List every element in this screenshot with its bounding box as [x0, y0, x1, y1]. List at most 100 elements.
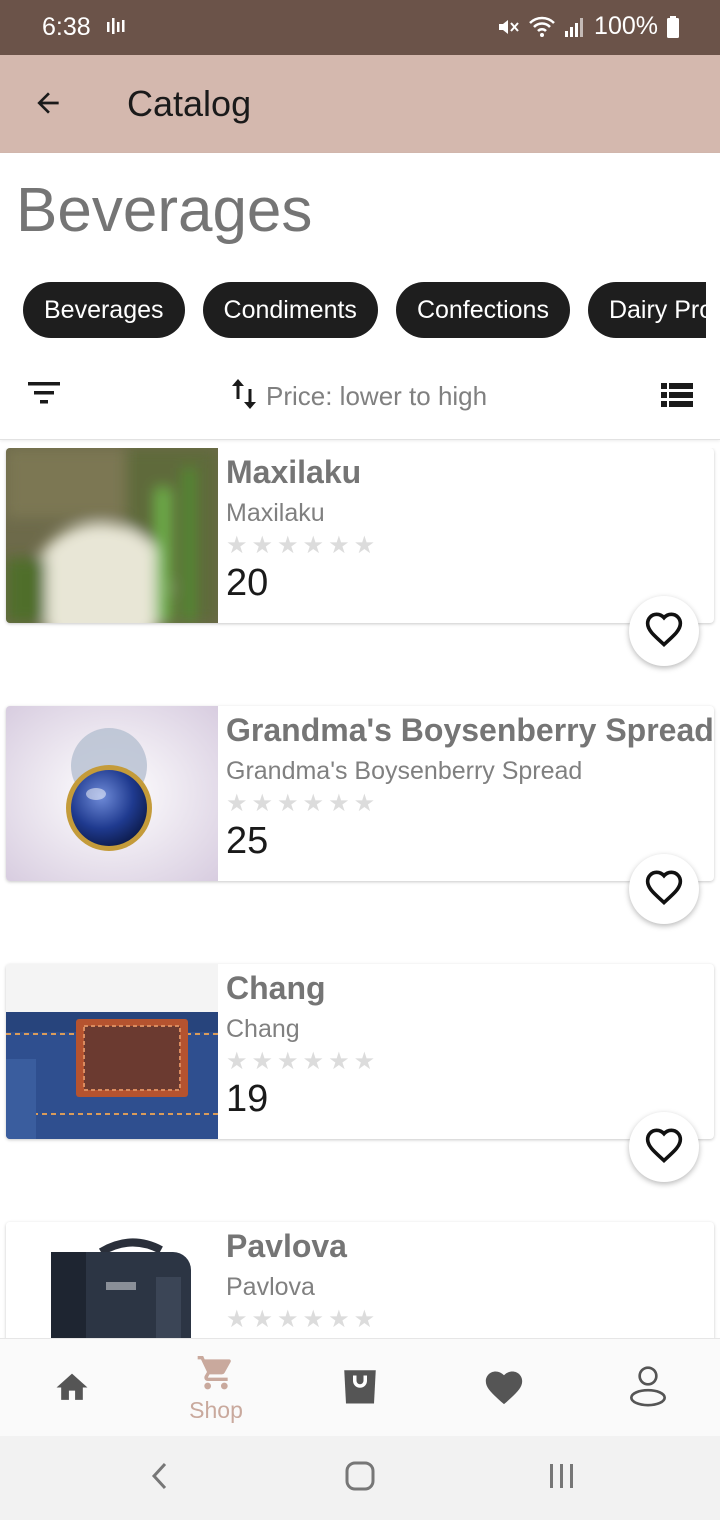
product-image — [6, 706, 218, 881]
star-icon: ★ — [328, 1306, 350, 1333]
chevron-left-icon — [150, 1461, 170, 1496]
battery-percent: 100% — [594, 12, 658, 40]
product-info: Grandma's Boysenberry Spread Grandma's B… — [226, 712, 714, 863]
bottom-navigation: Shop — [0, 1338, 720, 1436]
heart-filled-icon — [482, 1366, 526, 1411]
star-icon: ★ — [353, 532, 376, 559]
product-name: Chang — [226, 970, 326, 1006]
favorite-button[interactable] — [629, 854, 699, 924]
nav-profile[interactable] — [576, 1339, 720, 1437]
chip-confections[interactable]: Confections — [395, 282, 570, 338]
product-card[interactable]: Maxilaku Maxilaku ★ ★ ★ ★ ★ ★ 20 — [6, 448, 714, 623]
product-card[interactable]: Pavlova Pavlova ★ ★ ★ ★ ★ ★ — [6, 1222, 714, 1338]
swap-vert-icon — [230, 377, 258, 416]
star-icon: ★ — [328, 532, 350, 559]
star-icon: ★ — [302, 1306, 325, 1333]
product-image — [6, 1222, 218, 1338]
star-icon: ★ — [277, 1048, 299, 1075]
heart-outline-icon — [644, 611, 684, 652]
product-card[interactable]: Grandma's Boysenberry Spread Grandma's B… — [6, 706, 714, 881]
product-row: Chang Chang ★ ★ ★ ★ ★ ★ 19 — [0, 964, 720, 1222]
product-subtitle: Grandma's Boysenberry Spread — [226, 757, 583, 785]
filter-button[interactable] — [22, 373, 66, 417]
star-icon: ★ — [328, 790, 350, 817]
star-icon: ★ — [353, 1048, 376, 1075]
nav-shop[interactable]: Shop — [144, 1339, 288, 1437]
product-row: Grandma's Boysenberry Spread Grandma's B… — [0, 706, 720, 964]
rating-stars: ★ ★ ★ ★ ★ ★ — [226, 1048, 714, 1076]
star-icon: ★ — [277, 1306, 299, 1333]
product-subtitle: Maxilaku — [226, 499, 325, 527]
nav-shop-label: Shop — [189, 1397, 243, 1423]
heart-outline-icon — [644, 869, 684, 910]
home-icon — [53, 1369, 91, 1408]
product-price: 25 — [226, 820, 269, 862]
back-button[interactable] — [22, 79, 74, 131]
list-view-icon — [661, 382, 693, 413]
battery-icon — [666, 15, 680, 39]
product-image — [6, 448, 218, 623]
view-toggle-button[interactable] — [658, 378, 696, 416]
star-icon: ★ — [302, 1048, 325, 1075]
signal-activity-icon — [106, 16, 128, 43]
system-home-button[interactable] — [330, 1458, 390, 1498]
star-icon: ★ — [302, 790, 325, 817]
star-icon: ★ — [226, 1048, 248, 1075]
system-navigation-bar — [0, 1436, 720, 1520]
product-info: Chang Chang ★ ★ ★ ★ ★ ★ 19 — [226, 970, 714, 1121]
chip-condiments[interactable]: Condiments — [202, 282, 378, 338]
cart-icon — [196, 1352, 236, 1395]
rating-stars: ★ ★ ★ ★ ★ ★ — [226, 790, 714, 818]
catalog-header: Beverages Beverages Condiments Confections… — [0, 153, 720, 440]
star-icon: ★ — [353, 790, 376, 817]
product-card[interactable]: Chang Chang ★ ★ ★ ★ ★ ★ 19 — [6, 964, 714, 1139]
cell-signal-icon — [564, 15, 586, 39]
star-icon: ★ — [226, 1306, 248, 1333]
star-icon: ★ — [251, 1306, 274, 1333]
star-icon: ★ — [277, 790, 299, 817]
star-icon: ★ — [328, 1048, 350, 1075]
status-bar: 6:38 100% — [0, 0, 720, 55]
star-icon: ★ — [226, 790, 248, 817]
category-chips: Beverages Condiments Confections Dairy Prod… — [23, 282, 706, 338]
star-icon: ★ — [353, 1306, 376, 1333]
status-indicators: 100% — [496, 12, 680, 41]
product-list[interactable]: Maxilaku Maxilaku ★ ★ ★ ★ ★ ★ 20 Grandma… — [0, 448, 720, 1338]
filter-icon — [27, 380, 61, 411]
app-bar: Catalog — [0, 55, 720, 153]
wifi-icon — [528, 15, 556, 39]
product-row: Maxilaku Maxilaku ★ ★ ★ ★ ★ ★ 20 — [0, 448, 720, 706]
system-back-button[interactable] — [130, 1458, 190, 1498]
chip-dairy-products[interactable]: Dairy Products — [587, 282, 706, 338]
nav-favorites[interactable] — [432, 1339, 576, 1437]
favorite-button[interactable] — [629, 1112, 699, 1182]
rating-stars: ★ ★ ★ ★ ★ ★ — [226, 532, 714, 560]
arrow-left-icon — [32, 87, 64, 124]
home-square-icon — [344, 1460, 376, 1497]
heart-outline-icon — [644, 1127, 684, 1168]
mute-icon — [496, 15, 520, 39]
star-icon: ★ — [251, 790, 274, 817]
star-icon: ★ — [302, 532, 325, 559]
recents-icon — [547, 1462, 577, 1495]
product-name: Pavlova — [226, 1228, 347, 1264]
chip-beverages[interactable]: Beverages — [23, 282, 185, 338]
rating-stars: ★ ★ ★ ★ ★ ★ — [226, 1306, 714, 1334]
product-name: Grandma's Boysenberry Spread — [226, 712, 714, 748]
star-icon: ★ — [226, 532, 248, 559]
sort-selector[interactable]: Price: lower to high — [230, 377, 487, 416]
favorite-button[interactable] — [629, 596, 699, 666]
status-time: 6:38 — [42, 13, 91, 41]
product-image — [6, 964, 218, 1139]
product-row: Pavlova Pavlova ★ ★ ★ ★ ★ ★ — [0, 1222, 720, 1338]
system-recents-button[interactable] — [532, 1458, 592, 1498]
category-title: Beverages — [16, 176, 313, 245]
shopping-bag-icon — [338, 1365, 382, 1412]
nav-bag[interactable] — [288, 1339, 432, 1437]
star-icon: ★ — [277, 532, 299, 559]
page-title: Catalog — [127, 83, 252, 124]
person-icon — [628, 1364, 668, 1413]
product-info: Pavlova Pavlova ★ ★ ★ ★ ★ ★ — [226, 1228, 714, 1334]
nav-home[interactable] — [0, 1339, 144, 1437]
star-icon: ★ — [251, 1048, 274, 1075]
